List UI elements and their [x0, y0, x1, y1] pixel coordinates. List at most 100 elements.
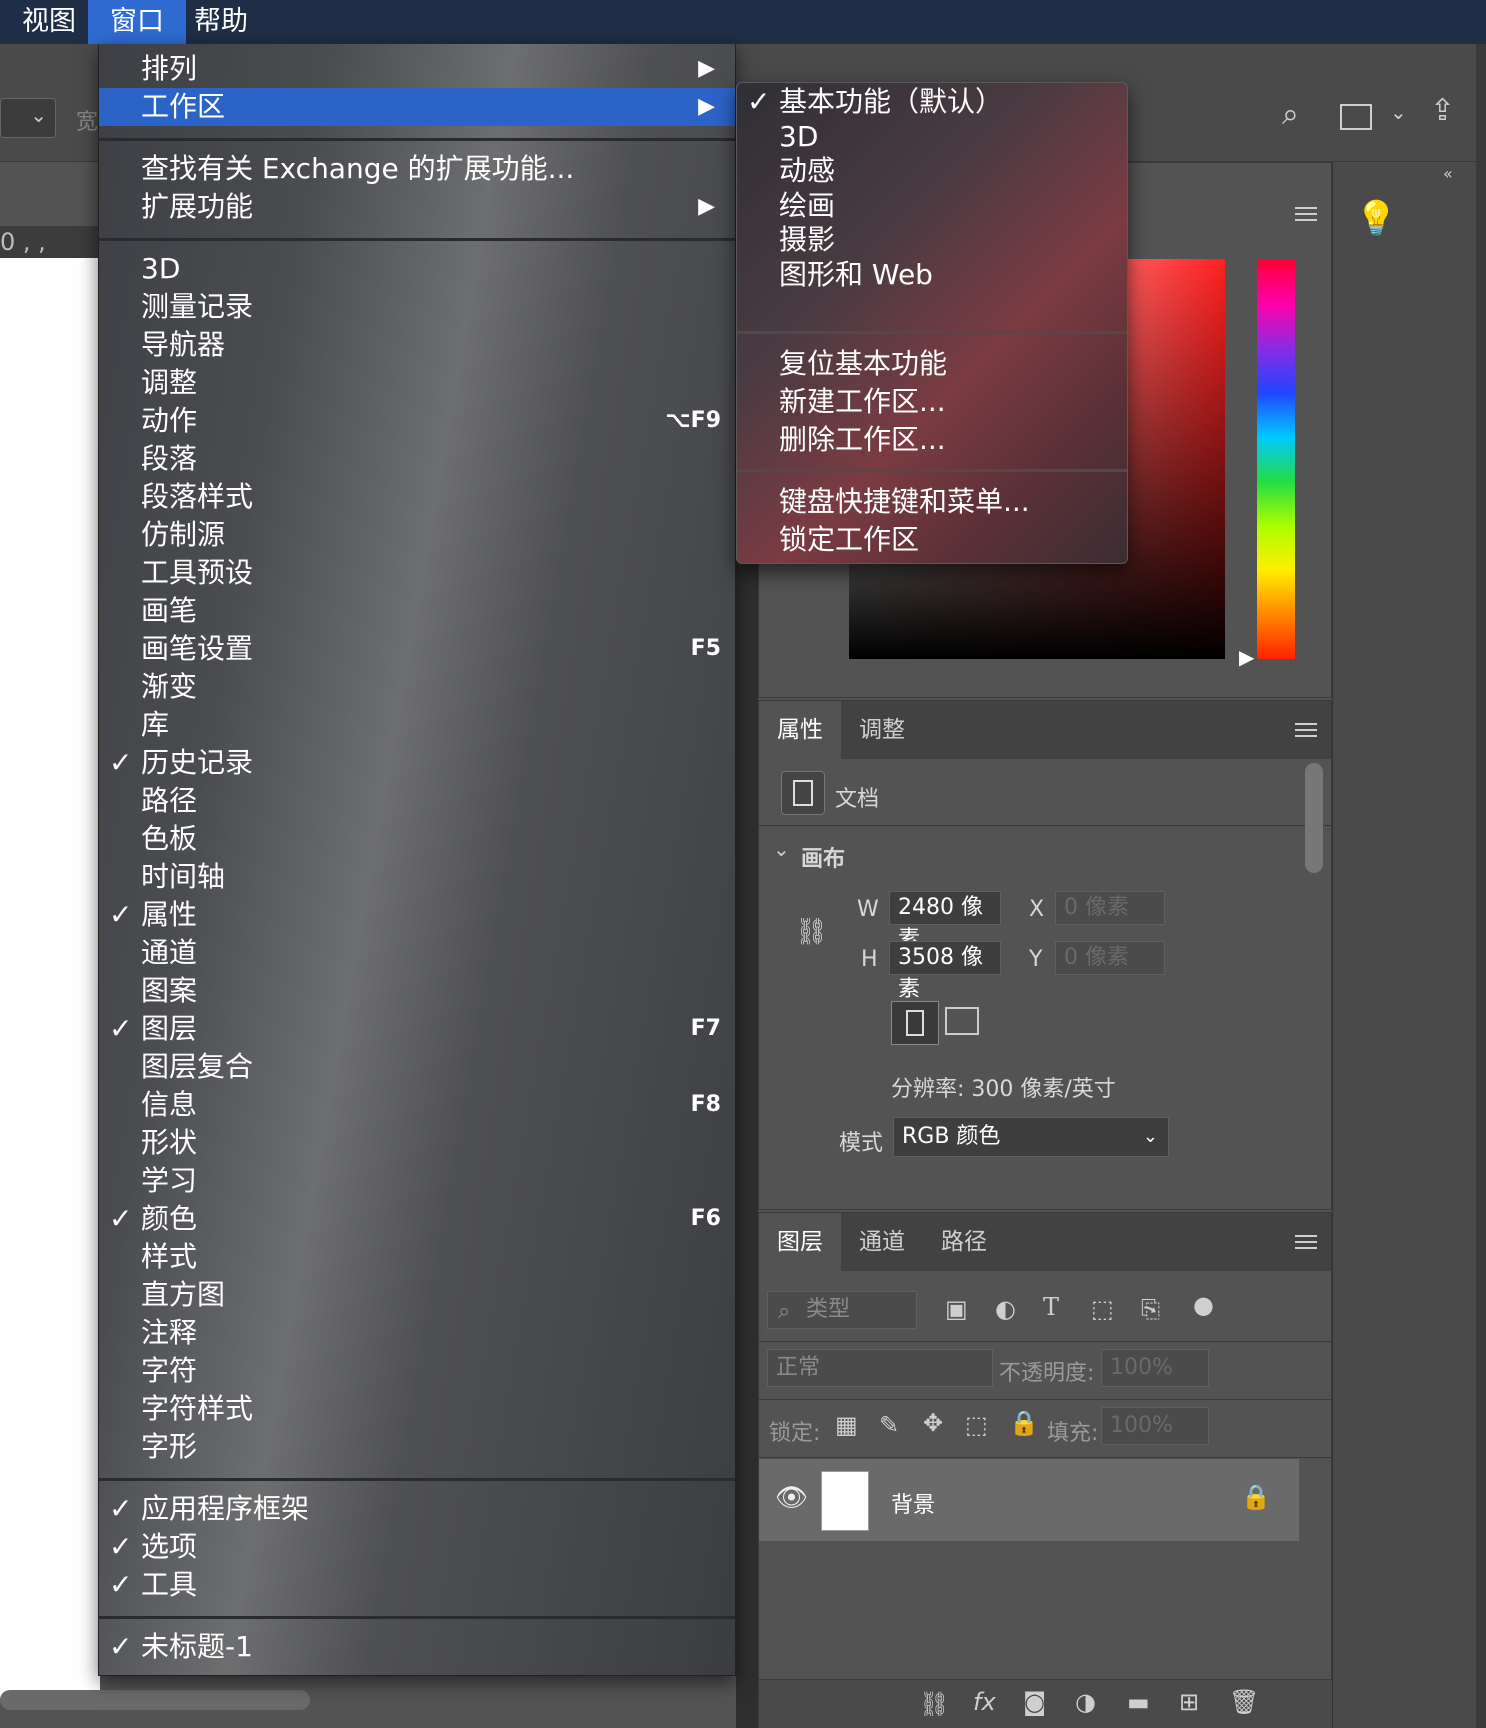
- type-filter-icon[interactable]: T: [1043, 1295, 1059, 1319]
- lock-image-pixels-icon[interactable]: ✎: [879, 1413, 899, 1437]
- lock-transparent-pixels-icon[interactable]: ▦: [835, 1413, 858, 1437]
- new-group-icon[interactable]: ▬: [1127, 1690, 1150, 1714]
- menu-item-workspace-preset[interactable]: 3D: [737, 118, 1127, 156]
- tab-paths[interactable]: 路径: [923, 1213, 1005, 1271]
- menu-item-panel[interactable]: 字形: [99, 1428, 735, 1466]
- menu-item-panel[interactable]: 路径: [99, 782, 735, 820]
- menu-item-panel[interactable]: 信息 F8: [99, 1086, 735, 1124]
- x-field[interactable]: 0 像素: [1055, 891, 1165, 925]
- height-field[interactable]: 3508 像素: [889, 941, 1001, 1002]
- fx-icon[interactable]: fx: [973, 1690, 996, 1714]
- search-icon[interactable]: ⌕: [1282, 100, 1299, 130]
- menu-item-workspace-preset[interactable]: 动感: [737, 152, 1127, 190]
- menu-view[interactable]: 视图: [0, 0, 98, 44]
- menu-item-panel[interactable]: 注释: [99, 1314, 735, 1352]
- mode-select[interactable]: RGB 颜色 ⌄: [893, 1117, 1169, 1157]
- menu-item-document[interactable]: ✓ 未标题-1: [99, 1628, 735, 1666]
- menu-item-panel[interactable]: 段落样式: [99, 478, 735, 516]
- menu-item-panel[interactable]: ✓ 历史记录: [99, 744, 735, 782]
- chevron-down-icon[interactable]: ⌄: [1390, 102, 1407, 122]
- adjustment-filter-icon[interactable]: ◐: [995, 1297, 1016, 1321]
- menu-item-panel[interactable]: 库: [99, 706, 735, 744]
- add-mask-icon[interactable]: ◙: [1023, 1690, 1046, 1714]
- menu-item-panel[interactable]: 段落: [99, 440, 735, 478]
- blend-mode-select[interactable]: 正常: [767, 1349, 993, 1387]
- fill-field[interactable]: 100%: [1101, 1407, 1209, 1445]
- smart-object-filter-icon[interactable]: ⎘: [1141, 1297, 1160, 1321]
- menu-item-panel[interactable]: ✓ 颜色 F6: [99, 1200, 735, 1238]
- new-layer-icon[interactable]: ⊞: [1179, 1690, 1199, 1714]
- image-filter-icon[interactable]: ▣: [945, 1297, 968, 1321]
- document-canvas[interactable]: [0, 258, 100, 1698]
- trash-icon[interactable]: 🗑: [1229, 1690, 1259, 1714]
- menu-item-exchange[interactable]: 查找有关 Exchange 的扩展功能...: [99, 150, 735, 188]
- menu-item-panel[interactable]: 渐变: [99, 668, 735, 706]
- menu-item-panel[interactable]: ✓ 属性: [99, 896, 735, 934]
- lightbulb-icon[interactable]: 💡: [1355, 202, 1397, 236]
- chevron-down-icon[interactable]: ⌄: [773, 839, 790, 859]
- menu-item-panel[interactable]: 动作 ⌥F9: [99, 402, 735, 440]
- menu-item-workspace-preset[interactable]: 摄影: [737, 221, 1127, 259]
- menu-item-panel[interactable]: 工具预设: [99, 554, 735, 592]
- link-icon[interactable]: ⛓: [795, 919, 828, 945]
- menu-item-panel[interactable]: 通道: [99, 934, 735, 972]
- menu-item-application-frame[interactable]: ✓ 应用程序框架: [99, 1490, 735, 1528]
- portrait-orientation-button[interactable]: [891, 1001, 939, 1045]
- menu-item-panel[interactable]: 图案: [99, 972, 735, 1010]
- lock-all-icon[interactable]: 🔒: [1009, 1411, 1039, 1435]
- horizontal-scrollbar[interactable]: [0, 1690, 310, 1710]
- menu-item-delete-workspace[interactable]: 删除工作区...: [737, 421, 1127, 459]
- menu-item-panel[interactable]: 画笔设置 F5: [99, 630, 735, 668]
- vertical-scrollbar[interactable]: [1305, 763, 1323, 873]
- tab-channels[interactable]: 通道: [841, 1213, 923, 1271]
- layer-row[interactable]: 👁 背景 🔒: [759, 1459, 1299, 1541]
- lock-position-icon[interactable]: ✥: [923, 1411, 943, 1435]
- menu-item-arrange[interactable]: 排列 ▶: [99, 50, 735, 88]
- hue-slider[interactable]: [1257, 259, 1295, 659]
- panel-menu-icon[interactable]: [1295, 207, 1317, 221]
- menu-item-panel[interactable]: 样式: [99, 1238, 735, 1276]
- menu-item-panel[interactable]: 色板: [99, 820, 735, 858]
- menu-item-workspace-preset[interactable]: ✓ 基本功能（默认）: [737, 83, 1127, 121]
- menu-item-workspace-preset[interactable]: 绘画: [737, 187, 1127, 225]
- menu-item-panel[interactable]: 导航器: [99, 326, 735, 364]
- menu-item-panel[interactable]: 字符样式: [99, 1390, 735, 1428]
- menu-item-panel[interactable]: ✓ 图层 F7: [99, 1010, 735, 1048]
- menu-item-panel[interactable]: 3D: [99, 250, 735, 288]
- menu-item-extensions[interactable]: 扩展功能 ▶: [99, 188, 735, 226]
- menu-item-panel[interactable]: 时间轴: [99, 858, 735, 896]
- menu-item-workspace[interactable]: 工作区 ▶: [99, 88, 735, 126]
- menu-item-lock-workspace[interactable]: 锁定工作区: [737, 521, 1127, 559]
- menu-item-workspace-preset[interactable]: 图形和 Web: [737, 256, 1127, 294]
- collapse-dock-icon[interactable]: «: [1443, 166, 1453, 182]
- menu-item-tools[interactable]: ✓ 工具: [99, 1566, 735, 1604]
- filter-toggle-icon[interactable]: ●: [1193, 1293, 1214, 1317]
- eye-icon[interactable]: 👁: [775, 1485, 808, 1511]
- menu-item-panel[interactable]: 形状: [99, 1124, 735, 1162]
- menu-help[interactable]: 帮助: [172, 0, 270, 44]
- menu-item-panel[interactable]: 图层复合: [99, 1048, 735, 1086]
- shape-filter-icon[interactable]: ⬚: [1091, 1297, 1114, 1321]
- menu-item-keyboard-shortcuts[interactable]: 键盘快捷键和菜单...: [737, 483, 1127, 521]
- menu-item-reset-essentials[interactable]: 复位基本功能: [737, 345, 1127, 383]
- panel-menu-icon[interactable]: [1295, 723, 1317, 737]
- opacity-field[interactable]: 100%: [1101, 1349, 1209, 1387]
- tab-layers[interactable]: 图层: [759, 1213, 841, 1271]
- y-field[interactable]: 0 像素: [1055, 941, 1165, 975]
- menu-item-panel[interactable]: 画笔: [99, 592, 735, 630]
- width-field[interactable]: 2480 像素: [889, 891, 1001, 952]
- menu-item-panel[interactable]: 测量记录: [99, 288, 735, 326]
- landscape-orientation-button[interactable]: [945, 1007, 979, 1035]
- menu-item-panel[interactable]: 仿制源: [99, 516, 735, 554]
- hue-slider-handle-icon[interactable]: ▶: [1239, 647, 1254, 667]
- panel-menu-icon[interactable]: [1295, 1235, 1317, 1249]
- menu-item-panel[interactable]: 调整: [99, 364, 735, 402]
- workspace-layout-icon[interactable]: [1340, 104, 1372, 130]
- layer-filter-select[interactable]: ⌕ 类型: [767, 1291, 917, 1329]
- preset-dropdown[interactable]: ⌄: [0, 98, 56, 138]
- link-layers-icon[interactable]: ⛓: [919, 1692, 949, 1716]
- menu-item-new-workspace[interactable]: 新建工作区...: [737, 383, 1127, 421]
- menu-item-options[interactable]: ✓ 选项: [99, 1528, 735, 1566]
- menu-item-panel[interactable]: 学习: [99, 1162, 735, 1200]
- menu-item-panel[interactable]: 直方图: [99, 1276, 735, 1314]
